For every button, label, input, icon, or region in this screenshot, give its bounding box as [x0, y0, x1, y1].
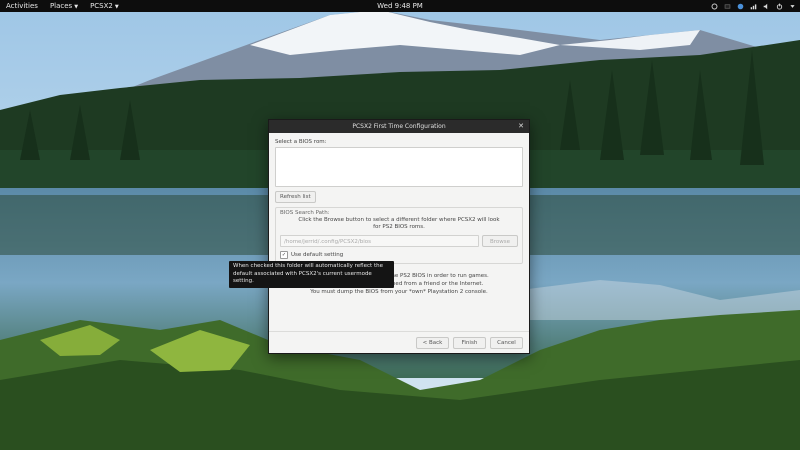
finish-button[interactable]: Finish [453, 337, 486, 349]
tooltip-line1: When checked this folder will automatica… [233, 263, 383, 269]
app-indicator-icon [737, 3, 744, 9]
bios-search-path-title: BIOS Search Path: [280, 210, 330, 216]
bios-search-help: Click the Browse button to select a diff… [280, 217, 518, 231]
volume-icon [763, 3, 768, 9]
tooltip-line2: default associated with PCSX2's current … [233, 270, 372, 285]
cancel-button[interactable]: Cancel [490, 337, 523, 349]
bios-rom-list[interactable] [275, 147, 523, 187]
use-default-tooltip: When checked this folder will automatica… [229, 261, 394, 288]
close-icon[interactable]: ✕ [518, 120, 524, 133]
bios-search-help-line2: for PS2 BIOS roms. [373, 224, 425, 230]
back-button[interactable]: < Back [416, 337, 449, 349]
bios-search-help-line1: Click the Browse button to select a diff… [298, 217, 500, 223]
app-menu-label: PCSX2 [90, 1, 113, 10]
top-bar: Activities Places ▼ PCSX2 ▼ Wed 9:48 PM [0, 0, 800, 12]
dialog-title: PCSX2 First Time Configuration [352, 123, 446, 130]
chevron-down-icon [790, 4, 795, 8]
bios-path-field[interactable]: /home/jerrid/.config/PCSX2/bios [280, 235, 479, 247]
refresh-list-button[interactable]: Refresh list [275, 191, 316, 203]
dialog-footer: < Back Finish Cancel [269, 331, 529, 353]
clock[interactable]: Wed 9:48 PM [377, 2, 423, 10]
chevron-down-icon: ▼ [114, 3, 119, 10]
first-time-config-dialog: PCSX2 First Time Configuration ✕ Select … [268, 119, 530, 354]
dialog-buttons: < Back Finish Cancel [416, 337, 523, 349]
bios-path-row: /home/jerrid/.config/PCSX2/bios Browse [280, 235, 518, 247]
dialog-titlebar[interactable]: PCSX2 First Time Configuration ✕ [269, 120, 529, 133]
terminal-icon [724, 3, 731, 9]
use-default-row[interactable]: ✓ Use default setting [280, 251, 518, 259]
network-icon [750, 3, 757, 9]
chevron-down-icon: ▼ [74, 3, 79, 10]
app-menu[interactable]: PCSX2 ▼ [84, 0, 125, 13]
bios-info-line3: You must dump the BIOS from your *own* P… [310, 289, 488, 295]
activities-button[interactable]: Activities [0, 0, 44, 12]
places-menu[interactable]: Places ▼ [44, 0, 84, 13]
use-default-label: Use default setting [291, 252, 344, 258]
browse-button[interactable]: Browse [482, 235, 518, 247]
bios-rom-label: Select a BIOS rom: [275, 139, 327, 145]
bios-search-path-group: BIOS Search Path: Click the Browse butto… [275, 207, 523, 264]
system-tray[interactable] [711, 0, 796, 12]
power-icon [776, 3, 783, 10]
sync-icon [711, 3, 718, 9]
check-icon[interactable]: ✓ [280, 251, 288, 259]
places-label: Places [49, 1, 73, 10]
